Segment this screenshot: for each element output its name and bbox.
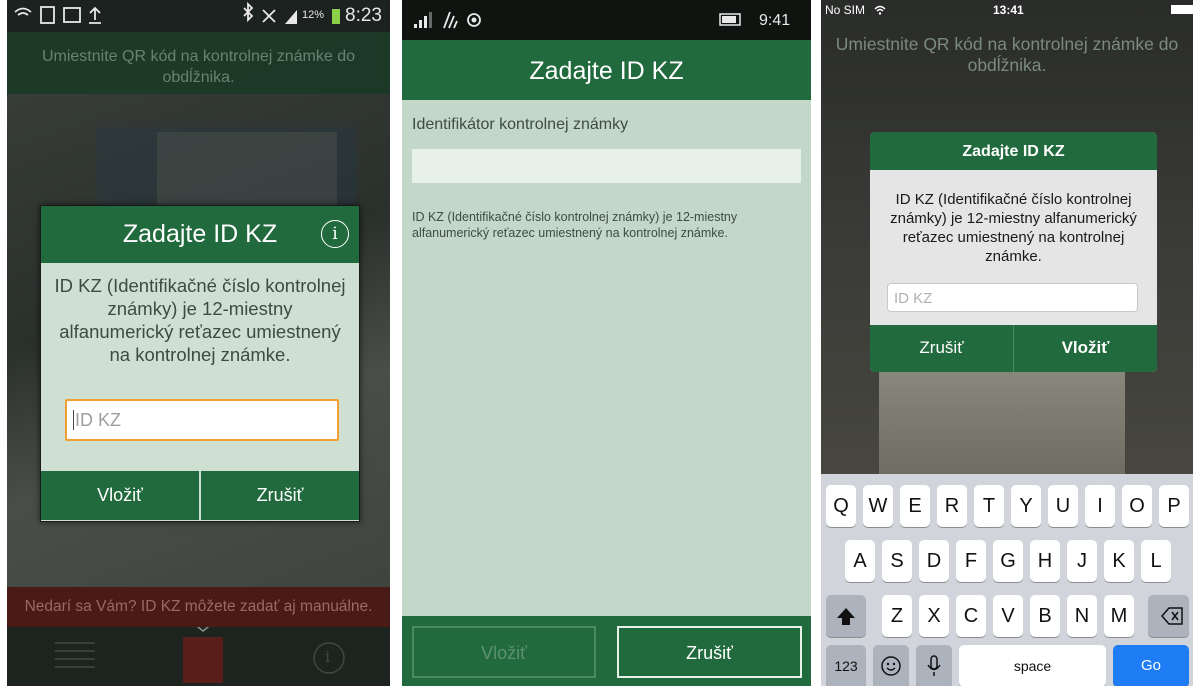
- emoji-icon: [881, 656, 901, 676]
- key-y[interactable]: Y: [1011, 485, 1041, 527]
- backspace-key[interactable]: [1148, 595, 1189, 637]
- status-time: 9:41: [759, 12, 791, 29]
- upload-icon: [89, 6, 101, 24]
- cancel-button[interactable]: Zrušiť: [201, 471, 359, 520]
- key-f[interactable]: F: [956, 540, 986, 582]
- key-c[interactable]: C: [956, 595, 986, 637]
- key-m[interactable]: M: [1104, 595, 1134, 637]
- scan-hint: Umiestnite QR kód na kontrolnej známke d…: [835, 34, 1179, 75]
- go-key[interactable]: Go: [1113, 645, 1189, 686]
- alert-message: ID KZ (Identifikačné číslo kontrolnej zn…: [890, 191, 1137, 265]
- numbers-key[interactable]: 123: [826, 645, 866, 686]
- key-g[interactable]: G: [993, 540, 1023, 582]
- id-entry-alert: Zadajte ID KZ ID KZ (Identifikačné číslo…: [870, 132, 1157, 372]
- status-time: 8:23: [345, 5, 382, 26]
- key-l[interactable]: L: [1141, 540, 1171, 582]
- id-kz-input[interactable]: ID KZ: [887, 283, 1138, 312]
- key-o[interactable]: O: [1122, 485, 1152, 527]
- nav-info-glyph[interactable]: i: [325, 647, 330, 666]
- key-k[interactable]: K: [1104, 540, 1134, 582]
- key-t[interactable]: T: [974, 485, 1004, 527]
- insert-button[interactable]: Vložiť: [412, 626, 596, 678]
- key-i[interactable]: I: [1085, 485, 1115, 527]
- bluetooth-icon: [243, 1, 254, 23]
- alert-buttons: Zrušiť Vložiť: [870, 325, 1157, 372]
- shift-icon: [837, 608, 855, 625]
- input-placeholder: ID KZ: [75, 410, 122, 430]
- nav-icons: [55, 622, 345, 683]
- status-bar: No SIM 13:41: [821, 0, 1193, 20]
- image-icon: [63, 7, 81, 23]
- key-p[interactable]: P: [1159, 485, 1189, 527]
- id-entry-dialog: Zadajte ID KZ i ID KZ (Identifikačné čís…: [40, 205, 360, 522]
- status-bar: 12% 8:23: [7, 0, 390, 32]
- manual-entry-hint[interactable]: Nedarí sa Vám? ID KZ môžete zadať aj man…: [7, 587, 390, 627]
- id-kz-input[interactable]: ID KZ: [65, 399, 339, 441]
- dialog-message: ID KZ (Identifikačné číslo kontrolnej zn…: [54, 275, 346, 365]
- key-z[interactable]: Z: [882, 595, 912, 637]
- shift-key[interactable]: [826, 595, 866, 637]
- status-icons: [14, 1, 340, 24]
- status-bar: 9:41: [402, 0, 811, 40]
- key-v[interactable]: V: [993, 595, 1023, 637]
- wifi-icon: [443, 11, 458, 29]
- ios-screen: No SIM 13:41 Umiestnite QR kód na kontro…: [821, 0, 1193, 686]
- battery-icon: [1171, 5, 1193, 14]
- field-label: Identifikátor kontrolnej známky: [412, 116, 629, 133]
- battery-icon: [332, 9, 340, 24]
- key-a[interactable]: A: [845, 540, 875, 582]
- dialog-title: Zadajte ID KZ: [122, 220, 278, 248]
- action-bar: Vložiť Zrušiť: [402, 616, 811, 686]
- android-screen: 12% 8:23 Umiestnite QR kód na kontrolnej…: [7, 0, 390, 686]
- status-time: 13:41: [993, 3, 1024, 17]
- key-d[interactable]: D: [919, 540, 949, 582]
- input-placeholder: ID KZ: [894, 290, 933, 307]
- microphone-icon: [927, 655, 941, 676]
- signal-icon: [285, 10, 297, 24]
- chevron-down-icon: [192, 622, 214, 632]
- scan-hint: Umiestnite QR kód na kontrolnej známke d…: [7, 32, 390, 94]
- windows-screen: 9:41 Zadajte ID KZ Identifikátor kontrol…: [402, 0, 811, 686]
- file-icon: [40, 6, 55, 24]
- id-kz-input[interactable]: [412, 149, 801, 183]
- page-title: Zadajte ID KZ: [402, 40, 811, 100]
- wifi-hotspot-icon: [14, 7, 32, 13]
- key-q[interactable]: Q: [826, 485, 856, 527]
- key-r[interactable]: R: [937, 485, 967, 527]
- info-icon[interactable]: i: [321, 220, 349, 248]
- key-x[interactable]: X: [919, 595, 949, 637]
- alert-title: Zadajte ID KZ: [870, 132, 1157, 170]
- insert-button[interactable]: Vložiť: [41, 471, 199, 520]
- insert-button[interactable]: Vložiť: [1014, 325, 1157, 372]
- no-signal-icon: [262, 9, 276, 23]
- qr-scan-icon: [183, 637, 223, 683]
- key-e[interactable]: E: [900, 485, 930, 527]
- wifi-icon: [874, 5, 886, 12]
- bottom-navigation: i: [7, 622, 390, 686]
- backspace-icon: [1161, 607, 1183, 625]
- status-icons: [414, 11, 741, 29]
- dictation-key[interactable]: [916, 645, 952, 686]
- key-n[interactable]: N: [1067, 595, 1097, 637]
- key-u[interactable]: U: [1048, 485, 1078, 527]
- cancel-button[interactable]: Zrušiť: [870, 325, 1013, 372]
- field-description: ID KZ (Identifikačné číslo kontrolnej zn…: [412, 210, 738, 240]
- key-h[interactable]: H: [1030, 540, 1060, 582]
- signal-icon: [414, 12, 432, 28]
- key-w[interactable]: W: [863, 485, 893, 527]
- emoji-key[interactable]: [873, 645, 909, 686]
- camera-object: [879, 370, 1125, 474]
- menu-icon: [55, 642, 95, 668]
- dialog-header: Zadajte ID KZ i: [41, 206, 359, 263]
- battery-percent: 12%: [302, 9, 325, 21]
- keyboard: Q W E R T Y U I O P A S D F G H J K L Z …: [821, 474, 1193, 686]
- key-j[interactable]: J: [1067, 540, 1097, 582]
- key-b[interactable]: B: [1030, 595, 1060, 637]
- space-key[interactable]: space: [959, 645, 1106, 686]
- key-s[interactable]: S: [882, 540, 912, 582]
- text-caret: [73, 410, 74, 430]
- cancel-button[interactable]: Zrušiť: [617, 626, 802, 678]
